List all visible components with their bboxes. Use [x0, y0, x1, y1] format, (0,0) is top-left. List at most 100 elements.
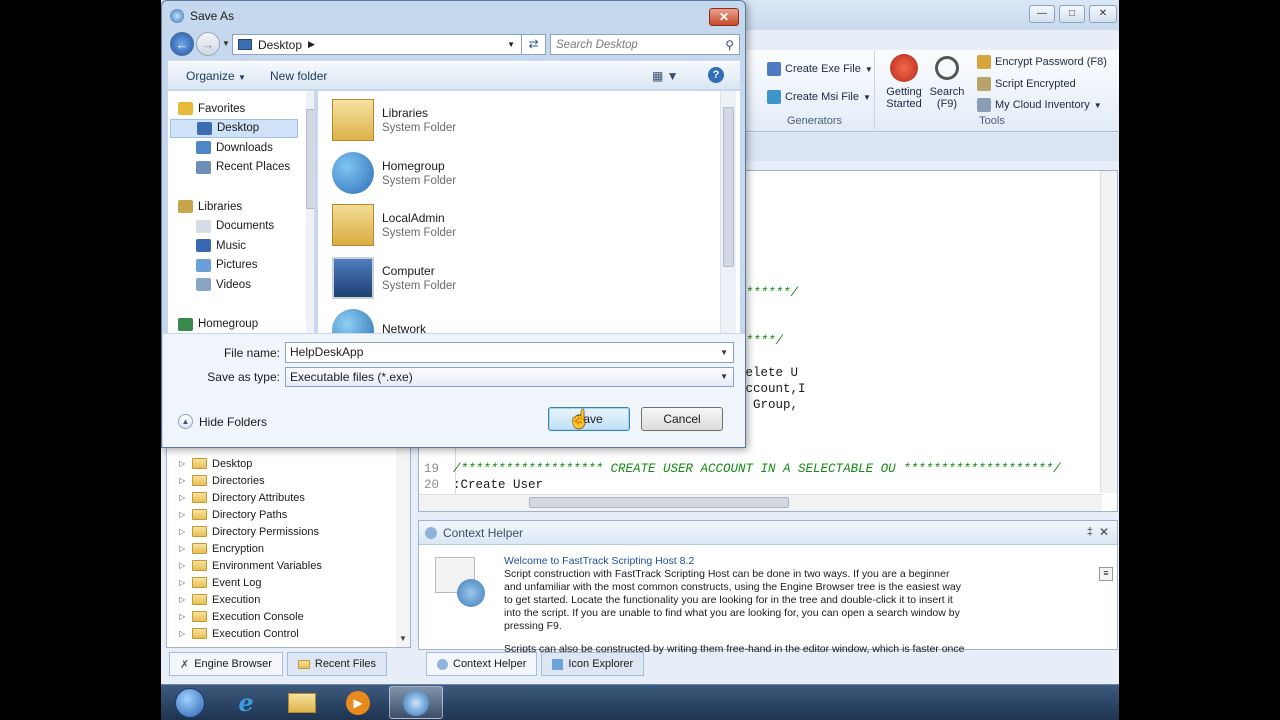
expand-arrow-icon[interactable]: ▷ — [179, 493, 187, 502]
minimize-button[interactable]: — — [1029, 5, 1055, 23]
context-helper-body: Script construction with FastTrack Scrip… — [504, 568, 961, 632]
cancel-button[interactable]: Cancel — [641, 407, 723, 431]
tree-item[interactable]: ▷ Directories — [179, 472, 265, 489]
file-item-libraries[interactable]: Libraries System Folder — [332, 95, 456, 145]
editor-vertical-scrollbar[interactable] — [1100, 171, 1117, 493]
expand-arrow-icon[interactable]: ▷ — [179, 612, 187, 621]
address-bar[interactable]: Desktop ▶ ▼ — [232, 34, 522, 55]
scroll-thumb[interactable] — [529, 497, 789, 508]
encrypt-password-button[interactable]: Encrypt Password (F8) — [977, 55, 1107, 69]
search-icon[interactable]: ⚲ — [725, 38, 734, 52]
folder-icon — [192, 509, 207, 520]
create-exe-button[interactable]: Create Exe File ▼ — [767, 62, 873, 76]
tab-recent-files[interactable]: Recent Files — [286, 652, 388, 676]
new-folder-button[interactable]: New folder — [270, 69, 327, 83]
nav-item-pictures[interactable]: Pictures — [170, 256, 298, 275]
tree-item[interactable]: ▷ Directory Paths — [179, 506, 287, 523]
nav-item-recent-places[interactable]: Recent Places — [170, 158, 298, 177]
forward-button[interactable]: → — [196, 32, 220, 56]
taskbar-media-player[interactable]: ▶ — [331, 686, 385, 719]
file-item-computer[interactable]: Computer System Folder — [332, 253, 456, 303]
close-button[interactable]: ✕ — [1089, 5, 1117, 23]
tree-item[interactable]: ▷ Environment Variables — [179, 557, 322, 574]
expand-arrow-icon[interactable]: ▷ — [179, 476, 187, 485]
tree-item[interactable]: ▷ Directory Attributes — [179, 489, 305, 506]
file-type: System Folder — [382, 279, 457, 292]
nav-item-libraries[interactable]: Libraries — [176, 197, 296, 216]
nav-item-favorites[interactable]: Favorites — [176, 99, 296, 118]
line-number: 19 — [423, 462, 439, 476]
tab-engine-browser[interactable]: ✗ Engine Browser — [169, 652, 283, 676]
tree-item-label: Execution Control — [212, 627, 299, 640]
nav-item-videos[interactable]: Videos — [170, 275, 298, 294]
tree-item[interactable]: ▷ Directory Permissions — [179, 523, 319, 540]
tab-icon-explorer[interactable]: Icon Explorer — [541, 652, 645, 676]
maximize-button[interactable]: □ — [1059, 5, 1085, 23]
script-encrypted-button[interactable]: Script Encrypted — [977, 77, 1076, 91]
close-icon[interactable]: ✕ — [1099, 525, 1109, 539]
file-name-input[interactable]: HelpDeskApp ▼ — [285, 342, 734, 363]
context-scrollbar[interactable]: ≡ — [1099, 567, 1113, 581]
chevron-down-icon[interactable]: ▼ — [720, 368, 728, 386]
tree-item[interactable]: ▷ Execution Control — [179, 625, 299, 642]
taskbar-ie[interactable]: e — [219, 686, 273, 719]
tree-item[interactable]: ▷ Execution — [179, 591, 260, 608]
nav-item-homegroup[interactable]: Homegroup — [176, 315, 296, 333]
file-list-scrollbar[interactable] — [720, 91, 736, 333]
chevron-down-icon[interactable]: ▼ — [507, 40, 515, 49]
create-msi-button[interactable]: Create Msi File ▼ — [767, 90, 871, 104]
tree-item[interactable]: ▷ Execution Console — [179, 608, 304, 625]
expand-arrow-icon[interactable]: ▷ — [179, 561, 187, 570]
recent-locations-icon[interactable]: ▼ — [222, 39, 230, 48]
dialog-close-button[interactable]: ✕ — [709, 8, 739, 26]
folder-icon — [192, 577, 207, 588]
save-as-type-select[interactable]: Executable files (*.exe) ▼ — [285, 367, 734, 387]
taskbar-explorer[interactable] — [275, 686, 329, 719]
search-input[interactable]: Search Desktop ⚲ — [550, 34, 740, 55]
file-item-localadmin[interactable]: LocalAdmin System Folder — [332, 200, 456, 250]
nav-item-downloads[interactable]: Downloads — [170, 138, 298, 157]
expand-arrow-icon[interactable]: ▷ — [179, 527, 187, 536]
scroll-down-icon[interactable]: ▼ — [399, 634, 407, 643]
folder-icon — [192, 526, 207, 537]
search-button[interactable]: Search (F9) — [929, 54, 965, 110]
organize-button[interactable]: Organize ▼ — [186, 69, 246, 83]
expand-arrow-icon[interactable]: ▷ — [179, 629, 187, 638]
expand-arrow-icon[interactable]: ▷ — [179, 578, 187, 587]
nav-item-desktop[interactable]: Desktop — [170, 118, 298, 138]
nav-item-label: Libraries — [198, 200, 243, 213]
file-item-network[interactable]: Network — [332, 305, 426, 333]
scroll-thumb[interactable] — [723, 107, 734, 267]
getting-started-button[interactable]: Getting Started — [885, 54, 923, 110]
pin-icon[interactable]: ‡ — [1087, 526, 1093, 538]
dialog-title: Save As — [190, 9, 235, 23]
tree-item[interactable]: ▷ Event Log — [179, 574, 262, 591]
tree-item-label: Encryption — [212, 542, 264, 555]
my-cloud-inventory-button[interactable]: My Cloud Inventory ▼ — [977, 98, 1102, 112]
back-button[interactable]: ← — [170, 32, 194, 56]
nav-item-documents[interactable]: Documents — [170, 217, 298, 236]
refresh-button[interactable]: ⇄ — [522, 34, 546, 55]
scroll-thumb[interactable] — [306, 109, 314, 209]
address-row: ← → ▼ Desktop ▶ ▼ ⇄ Search Desktop ⚲ — [168, 31, 740, 57]
folder-icon — [192, 611, 207, 622]
chevron-down-icon[interactable]: ▼ — [720, 343, 728, 362]
nav-item-music[interactable]: Music — [170, 236, 298, 255]
nav-scrollbar[interactable] — [306, 91, 314, 333]
tree-item[interactable]: ▷ Desktop — [179, 455, 252, 472]
expand-arrow-icon[interactable]: ▷ — [179, 459, 187, 468]
start-button[interactable] — [163, 686, 217, 719]
file-item-homegroup[interactable]: Homegroup System Folder — [332, 148, 456, 198]
engine-scrollbar[interactable]: ▼ — [396, 441, 410, 647]
tab-context-helper[interactable]: Context Helper — [426, 652, 538, 676]
taskbar-fasttrack[interactable] — [389, 686, 443, 719]
hide-folders-button[interactable]: ▲ Hide Folders — [178, 414, 267, 429]
tree-item[interactable]: ▷ Encryption — [179, 540, 264, 557]
help-icon[interactable]: ? — [708, 67, 724, 83]
chevron-right-icon[interactable]: ▶ — [308, 39, 315, 50]
expand-arrow-icon[interactable]: ▷ — [179, 544, 187, 553]
editor-horizontal-scrollbar[interactable] — [419, 494, 1102, 511]
expand-arrow-icon[interactable]: ▷ — [179, 595, 187, 604]
view-options-icon[interactable]: ▦ ▼ — [652, 69, 679, 83]
expand-arrow-icon[interactable]: ▷ — [179, 510, 187, 519]
